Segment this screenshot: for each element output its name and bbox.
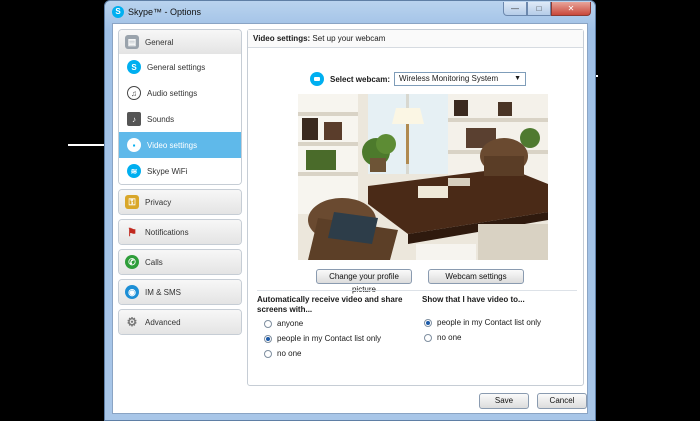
skype-icon: S	[127, 60, 141, 74]
radio-label: anyone	[277, 319, 304, 328]
sidebar-item-label: IM & SMS	[145, 287, 182, 297]
close-button[interactable]: ✕	[551, 2, 591, 16]
sidebar-group-privacy: ⚿ Privacy	[118, 189, 242, 215]
radio-show-contacts[interactable]: people in my Contact list only	[424, 318, 541, 327]
office-scene-image	[298, 94, 548, 260]
sidebar-item-label: Video settings	[147, 140, 198, 150]
options-client-area: ▤ General S General settings ♫ Audio set…	[112, 23, 588, 414]
sidebar-item-skype-wifi[interactable]: ≋ Skype WiFi	[119, 158, 241, 184]
save-button[interactable]: Save	[479, 393, 529, 409]
sidebar-group-notifications: ⚑ Notifications	[118, 219, 242, 245]
webcam-select-row: Select webcam: Wireless Monitoring Syste…	[310, 71, 527, 87]
window-controls: — □ ✕	[503, 2, 591, 16]
divider	[257, 290, 577, 291]
panel-header: Video settings: Set up your webcam	[248, 30, 583, 48]
sidebar-item-label: General settings	[147, 62, 206, 72]
sidebar-item-privacy[interactable]: ⚿ Privacy	[119, 190, 241, 214]
radio-receive-no-one[interactable]: no one	[264, 349, 301, 358]
radio-button[interactable]	[264, 349, 272, 358]
webcam-icon	[310, 72, 324, 86]
sidebar-item-advanced[interactable]: ⚙ Advanced	[119, 310, 241, 334]
sidebar-item-label: Privacy	[145, 197, 172, 207]
cancel-button[interactable]: Cancel	[537, 393, 587, 409]
sidebar-item-audio-settings[interactable]: ♫ Audio settings	[119, 80, 241, 106]
webcam-select[interactable]: Wireless Monitoring System ▼	[394, 72, 527, 86]
chat-icon: ◉	[125, 285, 139, 299]
lock-icon: ⚿	[125, 195, 139, 209]
window-title: Skype™ - Options	[128, 7, 202, 17]
phone-icon: ✆	[125, 255, 139, 269]
change-profile-picture-button[interactable]: Change your profile picture	[316, 269, 412, 294]
receive-video-title: Automatically receive video and share sc…	[257, 295, 403, 314]
radio-label: people in my Contact list only	[437, 318, 542, 327]
titlebar[interactable]: S Skype™ - Options — □ ✕	[105, 1, 595, 23]
sidebar-item-label: Skype WiFi	[147, 166, 188, 176]
flag-icon: ⚑	[127, 226, 137, 239]
webcam-settings-button[interactable]: Webcam settings	[428, 269, 524, 284]
webcam-preview-image	[298, 94, 548, 260]
radio-show-no-one[interactable]: no one	[424, 333, 461, 342]
sidebar-item-im-sms[interactable]: ◉ IM & SMS	[119, 280, 241, 304]
sidebar-item-general[interactable]: ▤ General	[119, 30, 241, 54]
webcam-label: Select webcam:	[330, 74, 391, 84]
sidebar-group-advanced: ⚙ Advanced	[118, 309, 242, 335]
sidebar-item-sounds[interactable]: ♪ Sounds	[119, 106, 241, 132]
sidebar-item-notifications[interactable]: ⚑ Notifications	[119, 220, 241, 244]
show-video-title: Show that I have video to...	[422, 295, 525, 304]
maximize-button[interactable]: □	[527, 2, 551, 16]
radio-receive-contacts[interactable]: people in my Contact list only	[264, 334, 381, 343]
webcam-icon: ▪	[127, 138, 141, 152]
sidebar-group-general: ▤ General S General settings ♫ Audio set…	[118, 29, 242, 185]
sidebar-item-label: Sounds	[147, 114, 175, 124]
sidebar-item-video-settings[interactable]: ▪ Video settings	[119, 132, 241, 158]
options-window: S Skype™ - Options — □ ✕ ▤ General S Gen…	[104, 0, 596, 421]
minimize-button[interactable]: —	[503, 2, 527, 16]
sidebar-group-im-sms: ◉ IM & SMS	[118, 279, 242, 305]
gear-icon: ⚙	[126, 315, 138, 329]
sidebar-item-label: Calls	[145, 257, 163, 267]
skype-logo-icon: S	[112, 6, 124, 18]
panel-title: Video settings:	[253, 34, 311, 43]
radio-button[interactable]	[264, 319, 272, 328]
sidebar-item-label: General	[145, 37, 174, 47]
panel-subtitle: Set up your webcam	[310, 34, 386, 43]
webcam-select-value: Wireless Monitoring System	[399, 74, 499, 83]
headset-icon: ♫	[127, 86, 141, 100]
sidebar-item-label: Notifications	[145, 227, 189, 237]
sidebar-item-label: Advanced	[145, 317, 181, 327]
radio-receive-anyone[interactable]: anyone	[264, 319, 303, 328]
general-icon: ▤	[125, 35, 139, 49]
video-settings-panel: Video settings: Set up your webcam Selec…	[247, 29, 584, 386]
radio-button[interactable]	[424, 318, 432, 327]
sidebar-group-calls: ✆ Calls	[118, 249, 242, 275]
sidebar: ▤ General S General settings ♫ Audio set…	[118, 29, 242, 339]
speaker-icon: ♪	[127, 112, 141, 126]
radio-button[interactable]	[264, 334, 272, 343]
sidebar-item-general-settings[interactable]: S General settings	[119, 54, 241, 80]
sidebar-item-calls[interactable]: ✆ Calls	[119, 250, 241, 274]
radio-label: no one	[277, 349, 302, 358]
wifi-icon: ≋	[127, 164, 141, 178]
chevron-down-icon: ▼	[514, 75, 522, 82]
sidebar-item-label: Audio settings	[147, 88, 198, 98]
radio-button[interactable]	[424, 333, 432, 342]
radio-label: people in my Contact list only	[277, 334, 382, 343]
radio-label: no one	[437, 333, 462, 342]
